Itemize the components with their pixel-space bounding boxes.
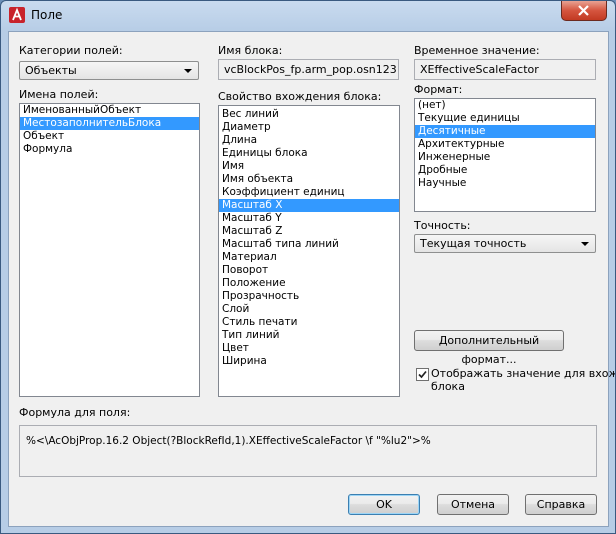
block-property-list-item[interactable]: Имя: [219, 160, 399, 173]
format-list-item[interactable]: Научные: [415, 177, 595, 190]
block-property-list-item[interactable]: Материал: [219, 251, 399, 264]
block-name-value: vcBlockPos_fp.arm_pop.osn123: [224, 63, 397, 76]
field-categories-label: Категории полей:: [19, 44, 123, 57]
format-list-item[interactable]: (нет): [415, 99, 595, 112]
block-property-list-item[interactable]: Стиль печати: [219, 316, 399, 329]
temp-value-label: Временное значение:: [414, 44, 540, 57]
help-button[interactable]: Справка: [525, 494, 597, 515]
field-categories-value: Объекты: [25, 64, 77, 77]
display-value-label-line1: Отображать значение для вхожд: [431, 367, 616, 380]
window-title: Поле: [31, 8, 63, 22]
format-listbox[interactable]: (нет) Текущие единицы Десятичные Архитектур…: [414, 98, 596, 212]
block-property-list-item[interactable]: Имя объекта: [219, 173, 399, 186]
precision-label: Точность:: [414, 219, 471, 232]
block-property-list-item[interactable]: Масштаб Z: [219, 225, 399, 238]
block-property-list-item[interactable]: Единицы блока: [219, 147, 399, 160]
extra-format-button[interactable]: Дополнительный формат...: [414, 330, 564, 366]
block-property-listbox[interactable]: Вес линий Диаметр Длина Единицы блока Имя Имя…: [218, 105, 400, 397]
block-property-list-item[interactable]: Вес линий: [219, 108, 399, 121]
formula-field[interactable]: %<\AcObjProp.16.2 Object(?BlockRefId,1).…: [19, 425, 597, 477]
display-value-checkbox[interactable]: [416, 368, 429, 381]
block-property-list-item[interactable]: Ширина: [219, 355, 399, 368]
field-categories-dropdown[interactable]: Объекты: [19, 61, 199, 80]
format-list-item[interactable]: Инженерные: [415, 151, 595, 164]
field-name-list-item[interactable]: Формула: [20, 143, 199, 156]
block-property-list-item[interactable]: Масштаб X: [219, 199, 399, 212]
close-x-icon: [578, 5, 589, 16]
precision-value: Текущая точность: [420, 237, 527, 250]
close-button[interactable]: [561, 1, 607, 21]
field-name-list-item[interactable]: ИменованныйОбъект: [20, 104, 199, 117]
title-bar[interactable]: Поле: [1, 1, 615, 30]
block-property-list-item[interactable]: Коэффициент единиц: [219, 186, 399, 199]
display-value-label-line2: блока: [431, 380, 465, 393]
block-property-list-item[interactable]: Положение: [219, 277, 399, 290]
formula-label: Формула для поля:: [19, 406, 131, 419]
block-property-list-item[interactable]: Цвет: [219, 342, 399, 355]
ok-button[interactable]: OK: [348, 494, 420, 515]
block-property-list-item[interactable]: Тип линий: [219, 329, 399, 342]
field-name-list-item[interactable]: МестозаполнительБлока: [20, 117, 199, 130]
temp-value-field[interactable]: XEffectiveScaleFactor: [414, 59, 596, 80]
block-name-field[interactable]: vcBlockPos_fp.arm_pop.osn123: [218, 59, 399, 80]
block-property-list-item[interactable]: Масштаб Y: [219, 212, 399, 225]
format-list-item[interactable]: Архитектурные: [415, 138, 595, 151]
format-list-item[interactable]: Десятичные: [415, 125, 595, 138]
block-property-list-item[interactable]: Прозрачность: [219, 290, 399, 303]
checkmark-icon: [418, 370, 427, 379]
formula-value: %<\AcObjProp.16.2 Object(?BlockRefId,1).…: [26, 435, 431, 447]
block-property-list-item[interactable]: Масштаб типа линий: [219, 238, 399, 251]
field-name-list-item[interactable]: Объект: [20, 130, 199, 143]
dialog-client-area: Категории полей: Объекты Имена полей: Им…: [8, 31, 615, 527]
chevron-down-icon: [184, 69, 192, 73]
precision-dropdown[interactable]: Текущая точность: [414, 234, 596, 253]
format-list-item[interactable]: Дробные: [415, 164, 595, 177]
block-property-list-item[interactable]: Поворот: [219, 264, 399, 277]
field-names-listbox[interactable]: ИменованныйОбъект МестозаполнительБлока Об…: [19, 103, 200, 397]
block-property-list-item[interactable]: Длина: [219, 134, 399, 147]
temp-value-value: XEffectiveScaleFactor: [420, 63, 539, 76]
block-name-label: Имя блока:: [218, 44, 283, 57]
format-list-item[interactable]: Текущие единицы: [415, 112, 595, 125]
block-property-label: Свойство вхождения блока:: [218, 90, 382, 103]
block-property-list-item[interactable]: Диаметр: [219, 121, 399, 134]
field-names-label: Имена полей:: [19, 88, 99, 101]
autocad-a-icon: [9, 7, 25, 23]
block-property-list-item[interactable]: Слой: [219, 303, 399, 316]
field-dialog-window: Поле Категории полей: Объекты Имена поле…: [0, 0, 616, 534]
format-label: Формат:: [414, 83, 463, 96]
chevron-down-icon: [581, 242, 589, 246]
cancel-button[interactable]: Отмена: [437, 494, 509, 515]
